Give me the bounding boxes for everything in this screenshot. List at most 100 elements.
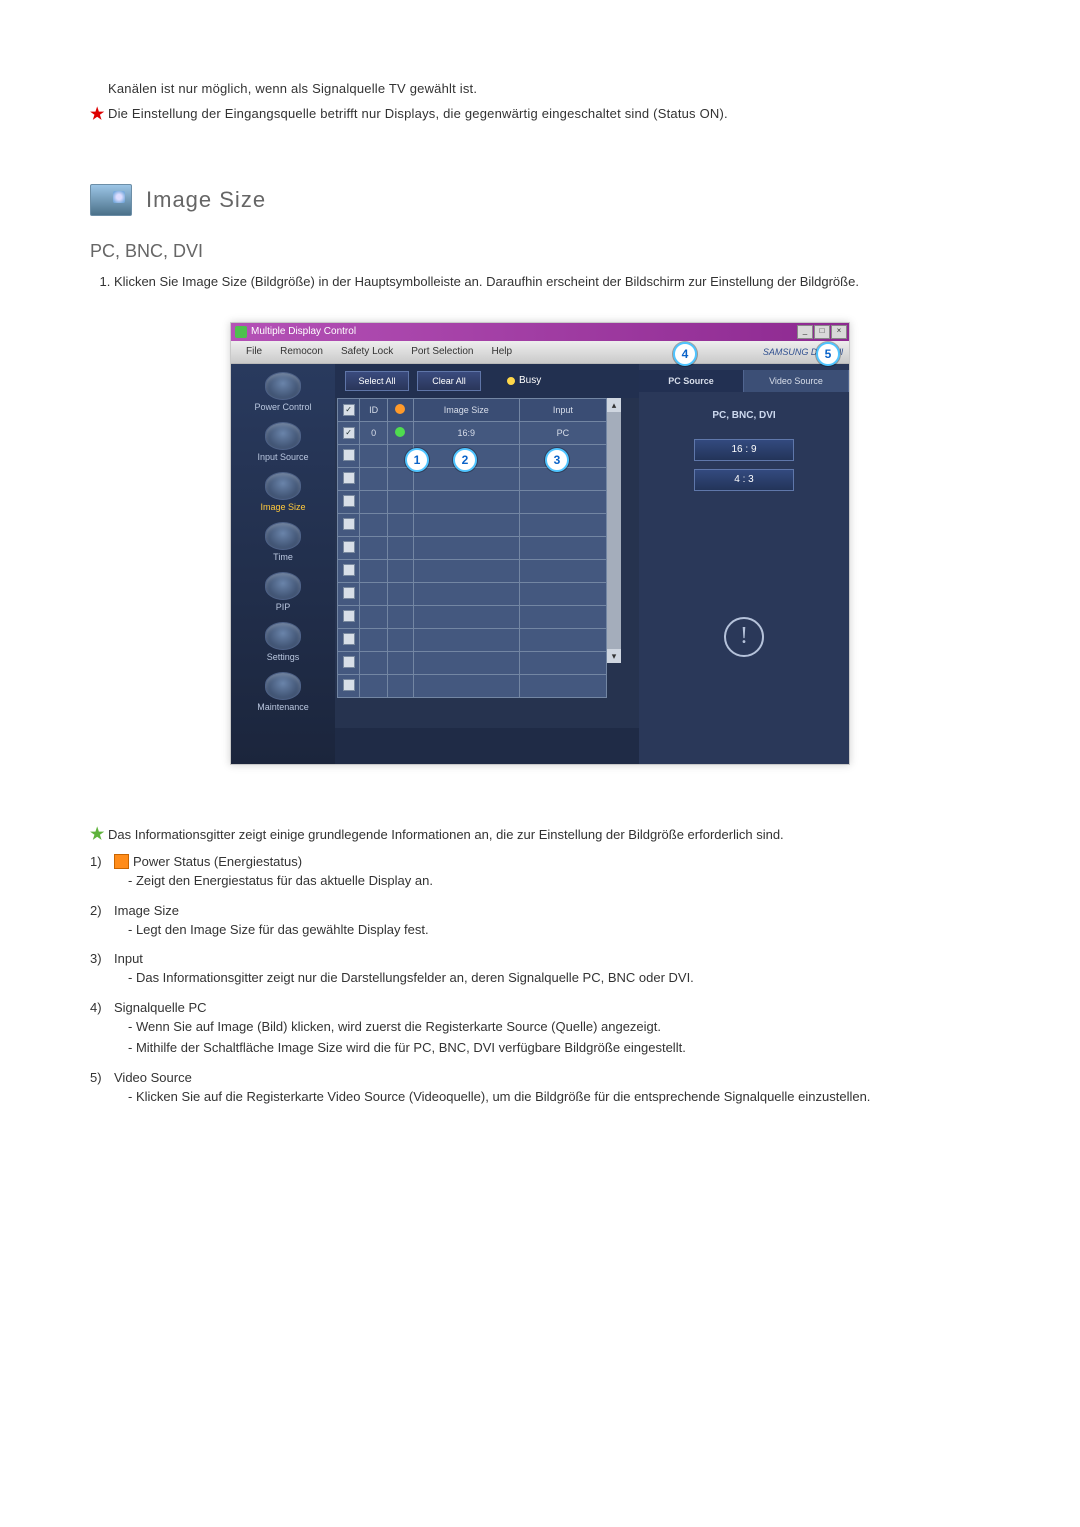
sidebar: Power Control Input Source Image Size Ti…: [231, 364, 335, 764]
sidebar-item-image-size[interactable]: Image Size: [233, 472, 333, 512]
desc-item: 1)Power Status (Energiestatus)Zeigt den …: [90, 854, 990, 891]
source-label: PC, BNC, DVI: [639, 410, 849, 421]
sidebar-item-pip[interactable]: PIP: [233, 572, 333, 612]
callout-1: 1: [405, 448, 429, 472]
busy-indicator: Busy: [507, 375, 541, 386]
section-title: Image Size: [146, 187, 266, 213]
star-icon: ★: [90, 104, 108, 124]
table-row[interactable]: [338, 651, 607, 674]
desc-item-line: Klicken Sie auf die Registerkarte Video …: [128, 1087, 990, 1107]
table-row[interactable]: [338, 490, 607, 513]
scroll-down-icon[interactable]: ▾: [607, 649, 621, 663]
section-step-1: Klicken Sie Image Size (Bildgröße) in de…: [114, 272, 990, 292]
desc-item: 2)Image Size Legt den Image Size für das …: [90, 903, 990, 940]
intro-text-2: Die Einstellung der Eingangsquelle betri…: [108, 105, 990, 124]
select-all-button[interactable]: Select All: [345, 371, 409, 391]
row-id: 0: [360, 421, 388, 444]
menu-help[interactable]: Help: [482, 342, 521, 361]
image-size-icon: [90, 184, 132, 216]
table-row[interactable]: [338, 605, 607, 628]
desc-item-title: Power Status (Energiestatus): [133, 854, 302, 869]
desc-item-title: Video Source: [114, 1070, 192, 1085]
desc-item-number: 3): [90, 951, 114, 966]
clear-all-button[interactable]: Clear All: [417, 371, 481, 391]
titlebar: Multiple Display Control _ □ ×: [231, 323, 849, 341]
menu-safety-lock[interactable]: Safety Lock: [332, 342, 402, 361]
row-checkbox[interactable]: [343, 427, 355, 439]
desc-intro: Das Informationsgitter zeigt einige grun…: [108, 825, 784, 845]
sidebar-item-settings[interactable]: Settings: [233, 622, 333, 662]
desc-item-line: Das Informationsgitter zeigt nur die Dar…: [128, 968, 990, 988]
intro-line-1: ★ Kanälen ist nur möglich, wenn als Sign…: [90, 80, 990, 99]
grid-header-input: Input: [519, 398, 606, 421]
intro-line-2: ★ Die Einstellung der Eingangsquelle bet…: [90, 105, 990, 124]
table-row[interactable]: [338, 467, 607, 490]
maintenance-icon: [265, 672, 301, 700]
callout-3: 3: [545, 448, 569, 472]
desc-item-title: Signalquelle PC: [114, 1000, 207, 1015]
table-row[interactable]: 0 16:9 PC: [338, 421, 607, 444]
grid-header-power: [387, 398, 413, 421]
image-size-sb-icon: [265, 472, 301, 500]
table-row[interactable]: [338, 628, 607, 651]
input-source-icon: [265, 422, 301, 450]
menu-port-selection[interactable]: Port Selection: [402, 342, 482, 361]
tab-pc-source[interactable]: PC Source 4: [639, 370, 744, 392]
app-window: Multiple Display Control _ □ × File Remo…: [230, 322, 850, 765]
row-input: PC: [519, 421, 606, 444]
table-row[interactable]: [338, 536, 607, 559]
desc-item-line: Zeigt den Energiestatus für das aktuelle…: [128, 871, 990, 891]
callout-5: 5: [816, 342, 840, 366]
menu-remocon[interactable]: Remocon: [271, 342, 332, 361]
desc-item: 5)Video SourceKlicken Sie auf die Regist…: [90, 1070, 990, 1107]
desc-item-title-row: Input: [114, 951, 990, 966]
tab-video-source[interactable]: Video Source 5: [744, 370, 849, 392]
menu-file[interactable]: File: [237, 342, 271, 361]
desc-item-line: Wenn Sie auf Image (Bild) klicken, wird …: [128, 1017, 990, 1037]
desc-item-line: Mithilfe der Schaltfläche Image Size wir…: [128, 1038, 990, 1058]
app-icon: [235, 326, 247, 338]
green-star-icon: ★: [90, 824, 108, 844]
table-row[interactable]: [338, 559, 607, 582]
description-block: ★ Das Informationsgitter zeigt einige gr…: [90, 825, 990, 1107]
close-button[interactable]: ×: [831, 325, 847, 339]
desc-item-title: Input: [114, 951, 143, 966]
desc-item: 3)Input Das Informationsgitter zeigt nur …: [90, 951, 990, 988]
desc-item-title-row: Signalquelle PC: [114, 1000, 990, 1015]
table-row[interactable]: [338, 582, 607, 605]
section-subhead: PC, BNC, DVI: [90, 241, 990, 262]
minimize-button[interactable]: _: [797, 325, 813, 339]
maximize-button[interactable]: □: [814, 325, 830, 339]
sidebar-item-input-source[interactable]: Input Source: [233, 422, 333, 462]
sidebar-item-maintenance[interactable]: Maintenance: [233, 672, 333, 712]
settings-icon: [265, 622, 301, 650]
desc-item-number: 4): [90, 1000, 114, 1015]
table-row[interactable]: [338, 674, 607, 697]
table-row[interactable]: [338, 513, 607, 536]
scroll-up-icon[interactable]: ▴: [607, 398, 621, 412]
menubar: File Remocon Safety Lock Port Selection …: [231, 341, 849, 364]
ratio-16-9-button[interactable]: 16 : 9: [694, 439, 794, 461]
grid-scrollbar[interactable]: ▴ ▾: [607, 398, 621, 663]
callout-2: 2: [453, 448, 477, 472]
desc-item-title-row: Power Status (Energiestatus): [114, 854, 990, 869]
grid-header-check: [338, 398, 360, 421]
pip-icon: [265, 572, 301, 600]
grid-header-image-size: Image Size: [413, 398, 519, 421]
row-size: 16:9: [413, 421, 519, 444]
sidebar-item-power-control[interactable]: Power Control: [233, 372, 333, 412]
desc-item-number: 2): [90, 903, 114, 918]
ratio-4-3-button[interactable]: 4 : 3: [694, 469, 794, 491]
callout-4: 4: [673, 342, 697, 366]
desc-item-title-row: Video Source: [114, 1070, 990, 1085]
intro-text-1: Kanälen ist nur möglich, wenn als Signal…: [108, 80, 990, 99]
desc-item-line: Legt den Image Size für das gewählte Dis…: [128, 920, 990, 940]
info-icon: !: [724, 617, 764, 657]
busy-dot-icon: [507, 377, 515, 385]
power-status-icon: [395, 427, 405, 437]
sidebar-item-time[interactable]: Time: [233, 522, 333, 562]
right-pane: PC Source 4 Video Source 5 PC, BNC, DVI …: [639, 364, 849, 764]
section-header: Image Size: [90, 184, 990, 216]
desc-item-title: Image Size: [114, 903, 179, 918]
info-grid: ID Image Size Input 0 16:9 PC: [337, 398, 607, 698]
